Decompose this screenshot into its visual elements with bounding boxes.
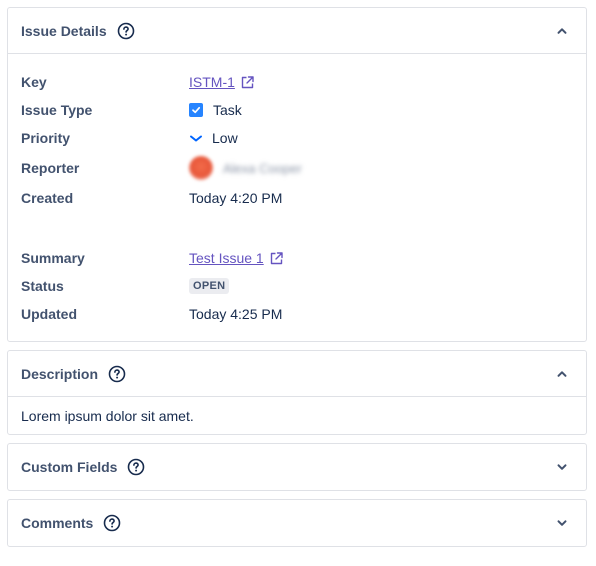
chevron-down-icon[interactable] xyxy=(555,460,569,474)
field-value: Low xyxy=(189,130,238,146)
field-value: ISTM-1 xyxy=(189,74,254,90)
description-header[interactable]: Description xyxy=(8,351,586,397)
external-link-icon[interactable] xyxy=(270,251,283,265)
field-row-updated: Updated Today 4:25 PM xyxy=(21,300,573,328)
custom-fields-panel: Custom Fields xyxy=(7,443,587,491)
field-value: Alexa Cooper xyxy=(189,156,302,180)
help-icon[interactable] xyxy=(103,514,121,532)
reporter-avatar[interactable] xyxy=(189,156,213,180)
custom-fields-header[interactable]: Custom Fields xyxy=(8,444,586,490)
status-badge[interactable]: OPEN xyxy=(189,278,230,294)
created-value: Today 4:20 PM xyxy=(189,190,283,206)
issue-details-header[interactable]: Issue Details xyxy=(8,8,586,54)
issue-key-link[interactable]: ISTM-1 xyxy=(189,74,235,90)
field-value: OPEN xyxy=(189,278,230,294)
priority-low-icon xyxy=(190,135,202,142)
issue-type-value: Task xyxy=(213,102,242,118)
field-row-summary: Summary Test Issue 1 xyxy=(21,244,573,272)
description-title: Description xyxy=(21,365,99,382)
chevron-up-icon[interactable] xyxy=(555,24,569,38)
description-text: Lorem ipsum dolor sit amet. xyxy=(21,408,194,424)
field-label: Status xyxy=(21,278,64,294)
comments-title: Comments xyxy=(21,515,94,531)
updated-value: Today 4:25 PM xyxy=(189,306,283,322)
help-icon[interactable] xyxy=(108,365,126,383)
field-row-reporter: Reporter Alexa Cooper xyxy=(21,152,573,184)
field-row-key: Key ISTM-1 xyxy=(21,68,573,96)
field-label: Priority xyxy=(21,130,71,146)
custom-fields-title: Custom Fields xyxy=(21,459,118,475)
comments-header[interactable]: Comments xyxy=(8,500,586,546)
field-row-status: Status OPEN xyxy=(21,272,573,300)
field-value: Test Issue 1 xyxy=(189,250,283,266)
help-icon[interactable] xyxy=(127,458,145,476)
field-spacer xyxy=(21,212,573,244)
chevron-up-icon[interactable] xyxy=(555,367,569,381)
field-label: Issue Type xyxy=(21,102,93,118)
task-type-icon xyxy=(189,103,203,117)
issue-details-body: Key ISTM-1 Issue Type Task Priority Low … xyxy=(8,54,586,340)
help-icon[interactable] xyxy=(117,22,135,40)
comments-panel: Comments xyxy=(7,499,587,547)
field-row-issue-type: Issue Type Task xyxy=(21,96,573,124)
field-label: Created xyxy=(21,190,74,206)
external-link-icon[interactable] xyxy=(241,75,254,89)
chevron-down-icon[interactable] xyxy=(555,516,569,530)
priority-value: Low xyxy=(212,130,238,146)
field-label: Summary xyxy=(21,250,85,266)
field-label: Reporter xyxy=(21,160,80,176)
issue-summary-link[interactable]: Test Issue 1 xyxy=(189,250,264,266)
field-row-created: Created Today 4:20 PM xyxy=(21,184,573,212)
field-label: Updated xyxy=(21,306,77,322)
issue-details-title: Issue Details xyxy=(21,22,107,39)
field-value: Task xyxy=(189,102,242,118)
description-panel: Description Lorem ipsum dolor sit amet. xyxy=(7,350,587,435)
field-row-priority: Priority Low xyxy=(21,124,573,152)
field-label: Key xyxy=(21,74,47,90)
issue-details-panel: Issue Details Key ISTM-1 Issue Type Task… xyxy=(7,7,587,342)
reporter-name[interactable]: Alexa Cooper xyxy=(223,161,302,176)
